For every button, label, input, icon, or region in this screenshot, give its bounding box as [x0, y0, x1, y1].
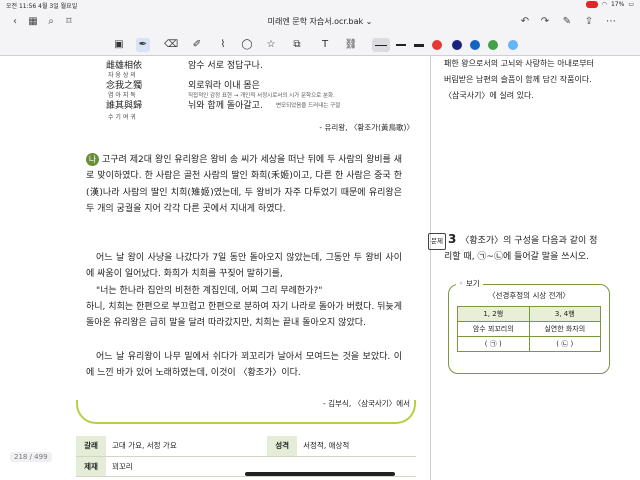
question-number: 3	[447, 232, 457, 246]
page-indicator: 218 / 499	[10, 452, 52, 462]
pen-mode-icon[interactable]: ✎	[560, 15, 574, 29]
bogi-title: ◦ 보기	[456, 278, 483, 289]
body-paragraph-3: "너는 한나라 집안의 비천한 계집인데, 어찌 그리 무례한가?"	[96, 286, 323, 296]
link-tool-icon[interactable]: ⛓	[344, 38, 358, 52]
poem-reading-3: 수 기 여 귀	[108, 114, 136, 121]
pen-tool-icon[interactable]: ✒	[136, 38, 150, 52]
nav-bar: ‹ ▦ ⌕ ⌑ 미래엔 문학 자습서.ocr.bak ⌄ ↶ ↷ ✎ ⇪ ⋯	[0, 10, 640, 34]
poem-line-2: 외로워라 이내 몸은	[188, 81, 260, 91]
recording-indicator-icon	[585, 1, 598, 8]
eraser-tool-icon[interactable]: ⌫	[164, 38, 178, 52]
medium-line-icon[interactable]	[396, 44, 406, 46]
document-page: 雌雄相依 자 웅 상 의 念我之獨 염 아 지 독 誰其與歸 수 기 여 귀 암…	[0, 56, 640, 480]
intro-line-1: 패한 왕으로서의 고뇌와 사랑하는 아내로부터	[444, 59, 595, 68]
text-tool-icon[interactable]: T	[318, 38, 332, 52]
status-right: ◠ 17% ▭	[585, 1, 634, 8]
poem-line-3: 뉘와 함께 돌아갈고.	[188, 101, 263, 111]
bogi-cell-1b: ( ㉠ )	[457, 336, 530, 352]
intro-line-2: 버림받은 남편의 슬픔이 함께 담긴 작품이다.	[444, 75, 592, 84]
thin-line-icon	[375, 45, 387, 46]
body-paragraph-1: 나 고구려 제2대 왕인 유리왕은 왕비 송 씨가 세상을 떠난 뒤에 두 사람의…	[86, 153, 402, 215]
more-icon[interactable]: ⋯	[604, 15, 618, 29]
image-tool-icon[interactable]: ▣	[112, 38, 126, 52]
bogi-col-2: 3, 4행	[528, 306, 601, 322]
wifi-icon: ◠	[601, 1, 607, 8]
question-label: 문제	[428, 233, 446, 250]
nature-value: 서정적, 애상적	[297, 436, 416, 457]
shape-tool-icon[interactable]: ☆	[264, 38, 278, 52]
highlighter-tool-icon[interactable]: ✐	[190, 38, 204, 52]
work-info-table: 갈래 고대 가요, 서정 가요 성격 서정적, 애상적 제재 꾀꼬리	[76, 436, 416, 477]
bogi-subtitle: 〈선경후정의 시상 전개〉	[488, 291, 570, 300]
body-paragraph-2: 어느 날 왕이 사냥을 나갔다가 7일 동안 돌아오지 않았는데, 그동안 두 …	[86, 253, 402, 280]
bogi-col-1: 1, 2행	[457, 306, 530, 322]
color-swatch-red[interactable]	[432, 40, 442, 50]
thick-line-icon[interactable]	[414, 44, 424, 47]
genre-label: 갈래	[76, 436, 106, 457]
body-paragraph-5: 어느 날 유리왕이 나무 밑에서 쉬다가 꾀꼬리가 날아서 모여드는 것을 보았…	[86, 352, 402, 379]
lasso-tool-icon[interactable]: ⌇	[216, 38, 230, 52]
question-3: 문제 3 〈황조가〉의 구성을 다음과 같이 정	[428, 232, 624, 250]
color-swatch-lightblue[interactable]	[508, 40, 518, 50]
bogi-table: 1, 2행 3, 4행 암수 꾀꼬리의 실연한 화자의 ( ㉠ ) ( ㉡ )	[457, 306, 601, 352]
comment-tool-icon[interactable]: ◯	[240, 38, 254, 52]
section-marker: 나	[86, 153, 99, 166]
status-time: 오전 11:56 4월 3일 월요일	[6, 3, 78, 10]
theme-value: 꾀꼬리	[106, 456, 268, 477]
color-swatch-green[interactable]	[488, 40, 498, 50]
poem-annotation-2: 변모되었음을 드러내는 구절	[276, 103, 341, 109]
theme-label: 제재	[76, 456, 106, 477]
redo-icon[interactable]: ↷	[538, 15, 552, 29]
photo-tool-icon[interactable]: ⧉	[290, 38, 304, 52]
poem-line-1: 암수 서로 정답구나.	[188, 61, 263, 71]
bogi-cell-1a: 암수 꾀꼬리의	[457, 321, 530, 337]
poem-source: - 유리왕, 〈황조가(黃鳥歌)〉	[319, 123, 414, 132]
section-bracket	[76, 400, 416, 424]
poem-hanja-3: 誰其與歸	[106, 101, 143, 111]
intro-line-3: 〈삼국사기〉에 실려 있다.	[444, 91, 534, 100]
question-3-line-2: 리할 때, ㉠~㉡에 들어갈 말을 쓰시오.	[444, 252, 589, 262]
genre-value: 고대 가요, 서정 가요	[106, 436, 268, 457]
body-paragraph-4: 하니, 치희는 한편으로 부끄럽고 한편으로 분하여 자기 나라로 돌아가 버렸…	[86, 302, 402, 329]
table-row: 갈래 고대 가요, 서정 가요 성격 서정적, 애상적	[76, 436, 416, 457]
annotation-toolbar: ▣ ✒ ⌫ ✐ ⌇ ◯ ☆ ⧉ T ⛓	[0, 34, 640, 56]
nature-label: 성격	[267, 436, 298, 457]
chevron-down-icon[interactable]: ⌄	[366, 17, 373, 26]
battery-label: 17%	[610, 1, 625, 8]
battery-icon: ▭	[628, 1, 634, 8]
home-indicator[interactable]	[245, 472, 395, 476]
share-icon[interactable]: ⇪	[582, 15, 596, 29]
status-bar: 오전 11:56 4월 3일 월요일 ◠ 17% ▭	[0, 0, 640, 10]
bogi-cell-2a: 실연한 화자의	[528, 321, 601, 337]
color-swatch-blue[interactable]	[470, 40, 480, 50]
undo-icon[interactable]: ↶	[518, 15, 532, 29]
page-divider	[430, 56, 431, 480]
color-swatch-navy[interactable]	[452, 40, 462, 50]
bogi-cell-2b: ( ㉡ )	[528, 336, 601, 352]
